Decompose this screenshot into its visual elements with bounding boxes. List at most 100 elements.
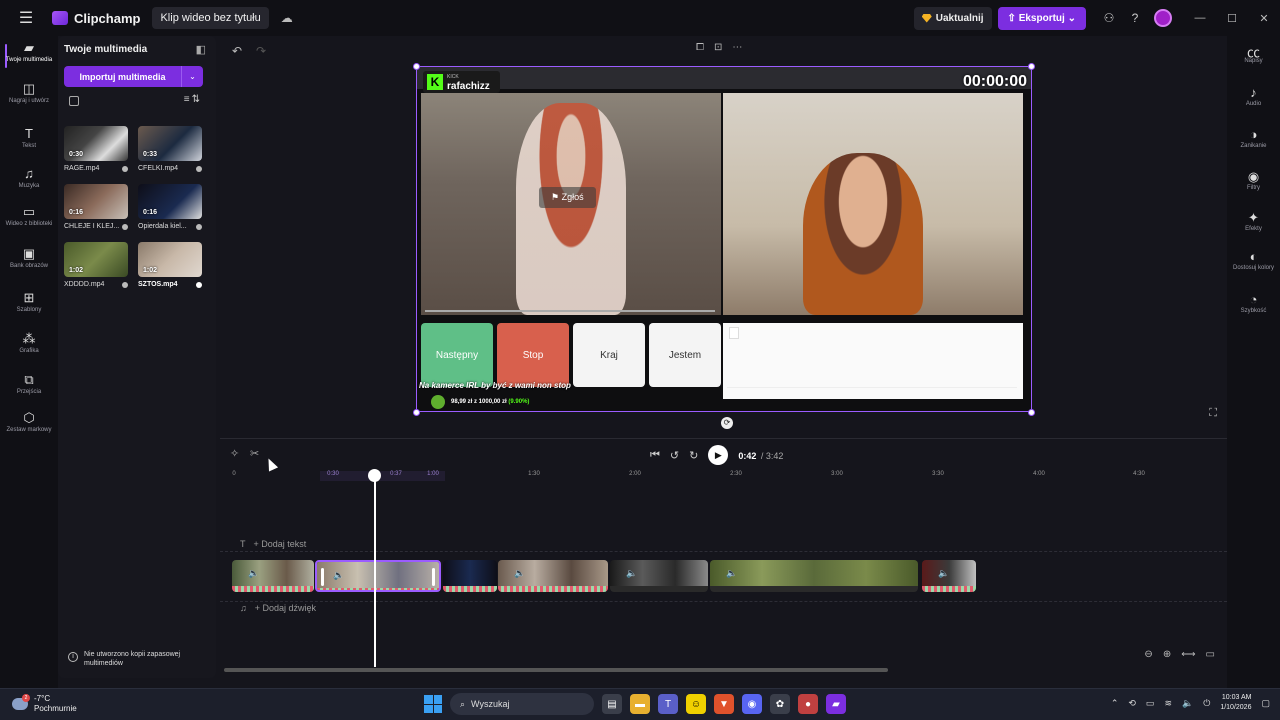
magic-icon[interactable]: ✧: [230, 447, 239, 460]
fit-icon[interactable]: ⊡: [714, 42, 722, 53]
chevron-down-icon[interactable]: ⌄: [181, 66, 203, 87]
snapchat-icon[interactable]: ☺: [686, 694, 706, 714]
chatgpt-icon[interactable]: ✿: [770, 694, 790, 714]
cloud-sync-off-icon[interactable]: ☁: [281, 11, 293, 25]
fullscreen-icon[interactable]: ⛶: [1209, 407, 1217, 420]
total-time: / 3:42: [760, 451, 784, 461]
export-button[interactable]: ⇧ Eksportuj ⌄: [997, 6, 1086, 30]
help-icon[interactable]: ?: [1122, 11, 1148, 25]
media-tile[interactable]: 0:16 Opierdala kiel...: [138, 184, 202, 230]
rail-item-video-library[interactable]: ▭ Wideo z biblioteki: [0, 204, 58, 228]
minimize-icon[interactable]: —: [1184, 12, 1216, 24]
rail-item-image-bank[interactable]: ▣ Bank obrazów: [0, 246, 58, 270]
rail-item-audio[interactable]: ♪ Audio: [1227, 85, 1280, 108]
rewind-5s-icon[interactable]: ↺: [670, 449, 679, 462]
video-clip[interactable]: 🔈: [232, 560, 314, 592]
rail-item-record[interactable]: ◫ Nagraj i utwórz: [0, 81, 58, 105]
video-clip[interactable]: [443, 560, 497, 592]
notifications-icon[interactable]: ▢: [1261, 698, 1270, 709]
playhead[interactable]: [374, 473, 376, 667]
video-clip-selected[interactable]: 🔈: [315, 560, 441, 592]
fit-timeline-icon[interactable]: ⟷: [1181, 649, 1195, 660]
brave-icon[interactable]: ▼: [714, 694, 734, 714]
split-scissors-icon[interactable]: ✂: [250, 447, 259, 460]
timeline-scrollbar[interactable]: [224, 668, 888, 672]
sort-filter-icon[interactable]: ≡⇅: [184, 94, 202, 105]
app-icon[interactable]: ●: [798, 694, 818, 714]
collapse-panel-icon[interactable]: ◧: [196, 43, 206, 56]
skip-back-icon[interactable]: ⏮: [650, 449, 660, 462]
video-clip[interactable]: 🔈: [710, 560, 918, 592]
zoom-in-icon[interactable]: ⊕: [1163, 649, 1171, 660]
clock[interactable]: 10:03 AM 1/10/2026: [1220, 693, 1251, 713]
chevron-up-icon[interactable]: ⌃: [1111, 698, 1119, 709]
trim-handle-right[interactable]: [432, 568, 435, 586]
rail-item-filters[interactable]: ◉ Filtry: [1227, 169, 1280, 192]
rail-item-brand-kit[interactable]: ⬡ Zestaw markowy: [0, 410, 58, 434]
forward-5s-icon[interactable]: ↻: [689, 449, 698, 462]
hamburger-menu-icon[interactable]: ☰: [0, 0, 52, 36]
rail-item-speed[interactable]: ◔ Szybkość: [1227, 292, 1280, 315]
wifi-icon[interactable]: ≋: [1164, 698, 1172, 709]
rail-item-music[interactable]: ♫ Muzyka: [0, 166, 58, 190]
weather-widget[interactable]: 2 -7°C Pochmurnie: [12, 694, 77, 714]
discord-icon[interactable]: ◉: [742, 694, 762, 714]
search-icon: ⌕: [460, 698, 466, 709]
play-icon[interactable]: ▶: [708, 445, 729, 465]
rail-item-fade[interactable]: ◑ Zanikanie: [1227, 127, 1280, 150]
redo-icon[interactable]: ↷: [256, 44, 266, 58]
video-clip[interactable]: 🔈: [610, 560, 708, 592]
import-media-button[interactable]: Importuj multimedia ⌄: [64, 66, 203, 87]
rail-item-media[interactable]: ▰ Twoje multimedia: [0, 40, 58, 64]
media-tile[interactable]: 0:33 CFELKI.mp4: [138, 126, 202, 172]
rail-item-transitions[interactable]: ⧉ Przejścia: [0, 372, 58, 396]
video-clip[interactable]: 🔈: [498, 560, 608, 592]
clipchamp-taskbar-icon[interactable]: ▰: [826, 694, 846, 714]
add-text-track[interactable]: T + Dodaj tekst: [240, 539, 306, 549]
more-options-icon[interactable]: ⋯: [732, 42, 742, 53]
resize-handle[interactable]: [413, 409, 420, 416]
teams-icon[interactable]: T: [658, 694, 678, 714]
media-tile[interactable]: 0:16 CHLEJE I KLEJ...: [64, 184, 128, 230]
avatar[interactable]: [1154, 9, 1172, 27]
media-tile[interactable]: 0:30 RAGE.mp4: [64, 126, 128, 172]
add-audio-track[interactable]: ♫ + Dodaj dźwięk: [240, 603, 316, 613]
rail-item-effects[interactable]: ✦ Efekty: [1227, 210, 1280, 233]
zoom-out-icon[interactable]: ⊖: [1144, 649, 1152, 660]
maximize-icon[interactable]: ☐: [1216, 12, 1248, 25]
file-explorer-icon[interactable]: ▬: [630, 694, 650, 714]
rail-item-captions[interactable]: ㏄ Napisy: [1227, 42, 1280, 65]
resize-handle[interactable]: [413, 63, 420, 70]
video-preview[interactable]: K KICK rafachizz 00:00:00 ⚑ Zgłoś Następ…: [416, 66, 1032, 412]
crop-icon[interactable]: ⧠: [696, 42, 704, 53]
windows-start-icon[interactable]: [424, 695, 442, 713]
backup-notice[interactable]: i Nie utworzono kopii zapasowej multimed…: [68, 650, 208, 668]
media-tile[interactable]: 1:02 XDDDD.mp4: [64, 242, 128, 288]
rail-item-adjust-colors[interactable]: ◐ Dostosuj kolory: [1227, 249, 1280, 272]
close-icon[interactable]: ✕: [1248, 12, 1280, 25]
upgrade-button[interactable]: Uaktualnij: [913, 6, 992, 30]
playhead-knob[interactable]: [368, 469, 381, 482]
expand-timeline-icon[interactable]: ▭: [1206, 649, 1215, 660]
rail-item-text[interactable]: T Tekst: [0, 126, 58, 150]
rotate-handle-icon[interactable]: ⟳: [721, 417, 733, 429]
media-tile[interactable]: 1:02 SZTOS.mp4: [138, 242, 202, 288]
task-view-icon[interactable]: ▤: [602, 694, 622, 714]
media-name: CHLEJE I KLEJ...: [64, 223, 120, 230]
video-clip[interactable]: 🔈: [922, 560, 976, 592]
project-title[interactable]: Klip wideo bez tytułu: [152, 7, 269, 29]
select-all-checkbox[interactable]: [69, 96, 79, 106]
undo-icon[interactable]: ↶: [232, 44, 242, 58]
share-icon[interactable]: ⚇: [1096, 11, 1122, 25]
battery-icon[interactable]: ▭: [1146, 698, 1155, 709]
taskbar-search[interactable]: ⌕ Wyszukaj: [450, 693, 594, 715]
rail-item-templates[interactable]: ⊞ Szablony: [0, 290, 58, 314]
resize-handle[interactable]: [1028, 63, 1035, 70]
resize-handle[interactable]: [1028, 409, 1035, 416]
sync-icon[interactable]: ⟲: [1128, 698, 1136, 709]
volume-icon[interactable]: 🔈: [1182, 698, 1193, 709]
backup-notice-text: Nie utworzono kopii zapasowej multimedió…: [84, 651, 181, 667]
trim-handle-left[interactable]: [321, 568, 324, 586]
power-icon[interactable]: ⏻: [1203, 698, 1210, 709]
rail-item-graphics[interactable]: ⁂ Grafika: [0, 331, 58, 355]
